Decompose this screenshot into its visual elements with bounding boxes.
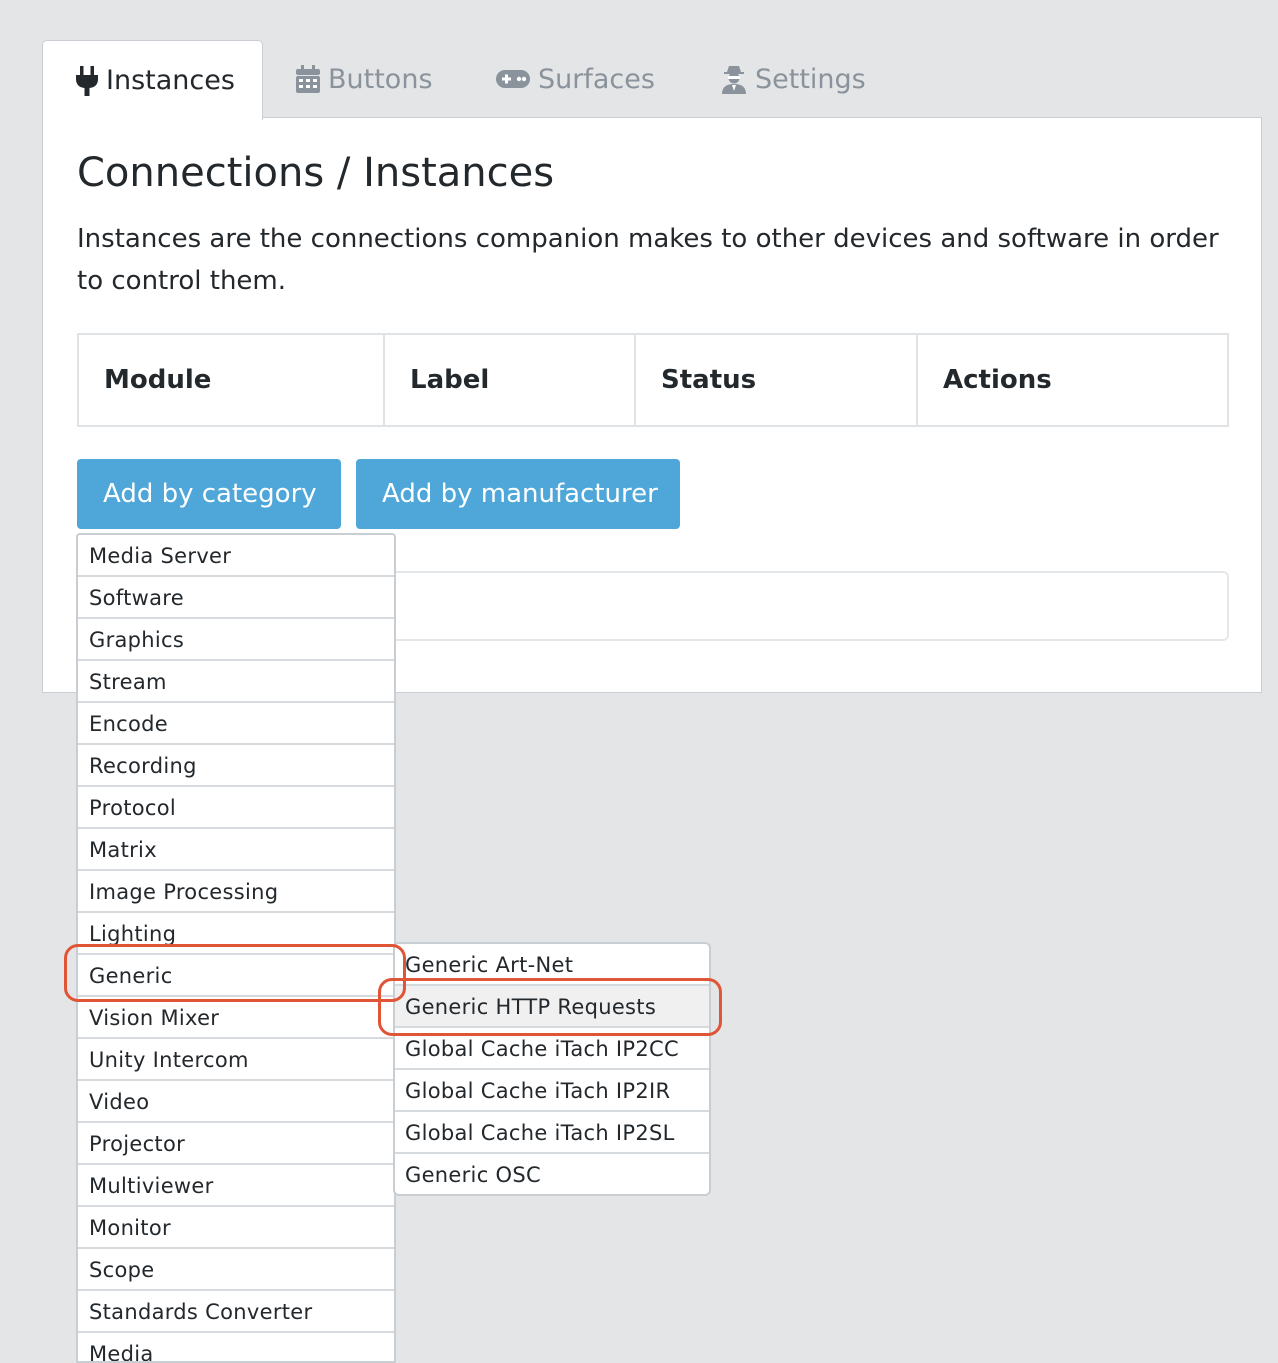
module-item-ip2sl[interactable]: Global Cache iTach IP2SL [395,1112,709,1154]
module-item-ip2cc[interactable]: Global Cache iTach IP2CC [395,1028,709,1070]
category-item-video[interactable]: Video [78,1081,394,1123]
module-item-generic-http-requests[interactable]: Generic HTTP Requests [395,986,709,1028]
category-item-unity-intercom[interactable]: Unity Intercom [78,1039,394,1081]
user-secret-icon [721,64,747,94]
category-item-stream[interactable]: Stream [78,661,394,703]
tab-settings[interactable]: Settings [721,40,866,118]
category-item-matrix[interactable]: Matrix [78,829,394,871]
tab-surfaces[interactable]: Surfaces [496,40,655,118]
column-header-module[interactable]: Module [79,335,385,425]
generic-submenu: Generic Art-Net Generic HTTP Requests Gl… [393,942,711,1196]
calendar-icon [296,65,320,93]
category-item-media-server[interactable]: Media Server [78,535,394,577]
category-menu: Media Server Software Graphics Stream En… [76,533,396,1363]
module-item-generic-osc[interactable]: Generic OSC [395,1154,709,1194]
category-item-encode[interactable]: Encode [78,703,394,745]
tab-label: Surfaces [538,63,655,95]
column-header-label[interactable]: Label [385,335,636,425]
category-item-monitor[interactable]: Monitor [78,1207,394,1249]
column-header-actions[interactable]: Actions [918,335,1227,425]
nav-tabs: Instances Buttons Surfaces Settings [42,40,1262,120]
category-item-graphics[interactable]: Graphics [78,619,394,661]
plug-icon [76,65,98,96]
category-item-recording[interactable]: Recording [78,745,394,787]
column-header-status[interactable]: Status [636,335,918,425]
category-item-image-processing[interactable]: Image Processing [78,871,394,913]
category-item-standards-converter[interactable]: Standards Converter [78,1291,394,1333]
module-item-ip2ir[interactable]: Global Cache iTach IP2IR [395,1070,709,1112]
tab-label: Settings [755,63,866,95]
add-by-manufacturer-button[interactable]: Add by manufacturer [356,459,680,529]
tab-label: Instances [106,65,235,96]
tab-buttons[interactable]: Buttons [296,40,433,118]
module-item-generic-art-net[interactable]: Generic Art-Net [395,944,709,986]
add-by-category-button[interactable]: Add by category [77,459,341,529]
category-item-multiviewer[interactable]: Multiviewer [78,1165,394,1207]
category-item-software[interactable]: Software [78,577,394,619]
category-item-lighting[interactable]: Lighting [78,913,394,955]
category-item-scope[interactable]: Scope [78,1249,394,1291]
page-title: Connections / Instances [77,150,555,196]
tab-label: Buttons [328,63,433,95]
gamepad-icon [496,68,530,90]
category-item-vision-mixer[interactable]: Vision Mixer [78,997,394,1039]
category-item-projector[interactable]: Projector [78,1123,394,1165]
category-item-generic[interactable]: Generic [78,955,394,997]
instances-table: Module Label Status Actions [77,333,1229,427]
page-description: Instances are the connections companion … [77,224,1219,296]
category-item-protocol[interactable]: Protocol [78,787,394,829]
category-item-media[interactable]: Media [78,1333,394,1361]
tab-instances[interactable]: Instances [42,40,263,120]
